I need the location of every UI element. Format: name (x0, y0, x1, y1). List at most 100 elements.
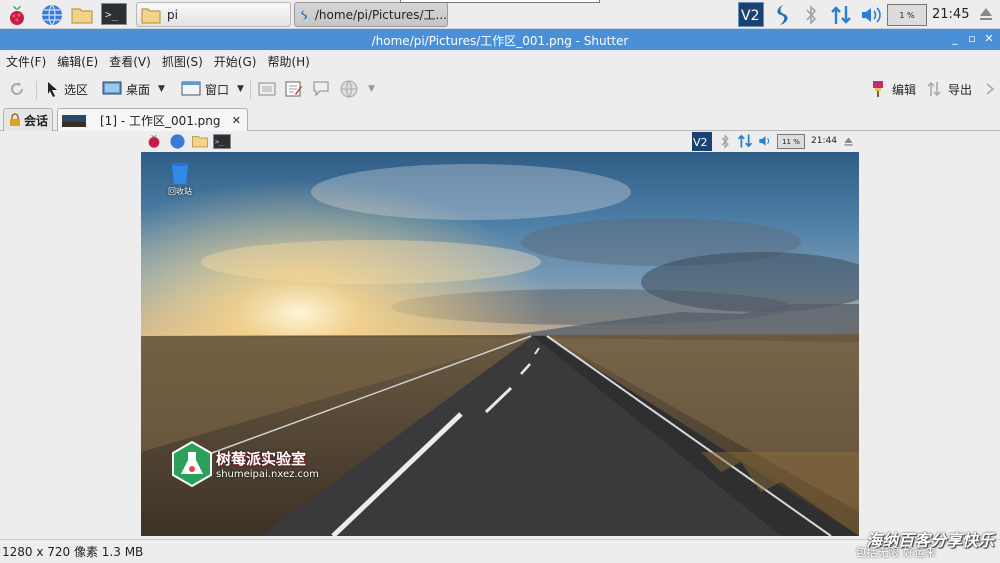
export-arrows-icon (927, 81, 941, 97)
preview-cpu-value: 11 % (782, 137, 800, 146)
tooltip-capture-button[interactable] (285, 79, 303, 99)
lock-icon (10, 113, 20, 126)
maximize-button[interactable]: ▫ (965, 32, 979, 46)
tab-session[interactable]: 会话 (3, 108, 53, 131)
shutter-app-icon (301, 9, 307, 20)
menu-bar: 文件(F) 编辑(E) 查看(V) 抓图(S) 开始(G) 帮助(H) (0, 50, 1000, 73)
tab-image[interactable]: [1] - 工作区_001.png ✕ (57, 108, 248, 132)
edit-document-icon (285, 81, 302, 97)
bluetooth-icon[interactable] (804, 5, 818, 25)
preview-eject-icon (843, 136, 854, 147)
preview-terminal-icon: >_ (213, 134, 231, 149)
preview-cpu-monitor: 11 % (777, 134, 805, 149)
taskbar-item-shutter[interactable]: /home/pi/Pictures/工... (294, 2, 448, 27)
window-label: 窗口 (205, 82, 230, 97)
preview-vnc-icon: V2 (692, 132, 712, 151)
toolbar-separator (36, 81, 37, 99)
svg-text:>_: >_ (215, 138, 224, 146)
window-title: /home/pi/Pictures/工作区_001.png - Shutter (371, 34, 629, 48)
preview-network-icon (737, 133, 753, 149)
desktop-label: 桌面 (126, 82, 151, 97)
menu-edit[interactable]: 编辑(E) (57, 53, 98, 70)
tab-bar: 会话 [1] - 工作区_001.png ✕ (0, 106, 1000, 132)
folder-icon (141, 8, 161, 23)
site-watermark-sub: 包括无限 好运来 (855, 546, 937, 559)
menu-go[interactable]: 开始(G) (214, 53, 257, 70)
tab-session-label: 会话 (24, 113, 49, 128)
chevron-right-icon (986, 83, 995, 95)
chevron-down-icon[interactable]: ▼ (237, 84, 244, 94)
svg-text:>_: >_ (105, 8, 119, 21)
redo-capture-button[interactable]: ▼ (340, 79, 375, 99)
taskbar-item-file-manager[interactable]: pi (136, 2, 291, 27)
thumbnail-icon (62, 114, 86, 127)
taskbar-item-label: /home/pi/Pictures/工... (314, 8, 447, 22)
volume-icon[interactable] (860, 5, 882, 25)
export-label: 导出 (948, 82, 973, 97)
window-titlebar[interactable]: /home/pi/Pictures/工作区_001.png - Shutter … (0, 29, 1000, 50)
window-icon (181, 81, 201, 96)
menu-file[interactable]: 文件(F) (6, 53, 46, 70)
toolbar: 选区 桌面 ▼ 窗口 ▼ ▼ 编辑 导出 (0, 74, 1000, 104)
refresh-button[interactable] (8, 79, 26, 99)
menu-help[interactable]: 帮助(H) (267, 53, 309, 70)
cpu-usage-monitor[interactable]: 1 % (887, 4, 927, 26)
window-button[interactable]: 窗口 ▼ (181, 79, 244, 99)
eject-icon[interactable] (978, 6, 994, 22)
preview-panel: >_ V2 11 % 21:44 (141, 131, 859, 152)
selection-label: 选区 (64, 82, 89, 97)
preview-volume-icon (758, 134, 773, 148)
export-button[interactable]: 导出 (926, 79, 972, 99)
network-icon[interactable] (830, 4, 852, 26)
menu-view[interactable]: 查看(V) (109, 53, 151, 70)
vnc-icon[interactable]: V2 (738, 2, 764, 27)
edit-label: 编辑 (892, 82, 917, 97)
desktop-icon (102, 81, 122, 95)
preview-raspberry-icon (146, 133, 162, 149)
paint-brush-icon (873, 81, 883, 97)
web-capture-button[interactable] (312, 79, 332, 99)
cursor-arrow-icon (48, 82, 57, 97)
watermark-logo: 树莓派实验室 shumeipai.nxez.com (171, 440, 319, 488)
web-browser-icon[interactable] (40, 3, 64, 27)
preview-folder-icon (191, 133, 209, 149)
preview-browser-icon (169, 133, 186, 150)
chevron-down-icon[interactable]: ▼ (158, 84, 165, 94)
top-panel: >_ pi /home/pi/Pictures/工... V2 1 % 21:4… (0, 0, 1000, 29)
edit-button[interactable]: 编辑 (870, 79, 916, 99)
desktop-button[interactable]: 桌面 ▼ (102, 79, 165, 99)
preview-bluetooth-icon (720, 134, 730, 149)
image-info: 1280 x 720 像素 1.3 MB (2, 545, 144, 559)
svg-text:V2: V2 (741, 8, 759, 24)
refresh-icon (11, 82, 23, 95)
globe-icon (340, 80, 358, 98)
close-button[interactable]: ✕ (982, 32, 996, 46)
more-button[interactable] (984, 79, 996, 99)
cpu-usage-value: 1 % (899, 10, 915, 20)
status-bar: 1280 x 720 像素 1.3 MB (0, 539, 1000, 563)
minimize-button[interactable]: _ (948, 32, 962, 46)
menu-capture-button[interactable] (258, 79, 276, 99)
terminal-icon[interactable]: >_ (101, 3, 127, 27)
desktop-wallpaper: 回收站 树莓派实验室 shumeipai.nxez.com (141, 152, 859, 536)
raspberry-menu-icon[interactable] (5, 3, 29, 27)
toolbar-separator (250, 81, 251, 99)
trash-icon (171, 163, 189, 184)
menu-capture-icon (258, 82, 276, 96)
chevron-down-icon[interactable]: ▼ (368, 84, 375, 94)
preview-clock: 21:44 (811, 136, 837, 146)
taskbar-item-label: pi (167, 7, 178, 22)
shutter-tray-icon[interactable] (772, 4, 792, 26)
selection-button[interactable]: 选区 (46, 79, 88, 99)
menu-screenshot[interactable]: 抓图(S) (162, 53, 203, 70)
speech-bubble-icon (313, 81, 329, 97)
desktop-trash: 回收站 (167, 160, 195, 197)
screenshot-preview: >_ V2 11 % 21:44 回收站 树莓派实验室 shumeipai.nx… (141, 131, 859, 536)
flask-logo-icon (172, 440, 212, 488)
logo-title: 树莓派实验室 (216, 450, 307, 468)
close-tab-icon[interactable]: ✕ (232, 114, 241, 127)
svg-text:V2: V2 (693, 136, 708, 149)
panel-clock[interactable]: 21:45 (932, 7, 969, 22)
image-viewport[interactable]: >_ V2 11 % 21:44 回收站 树莓派实验室 shumeipai.nx… (0, 131, 1000, 538)
file-manager-icon[interactable] (70, 3, 94, 27)
